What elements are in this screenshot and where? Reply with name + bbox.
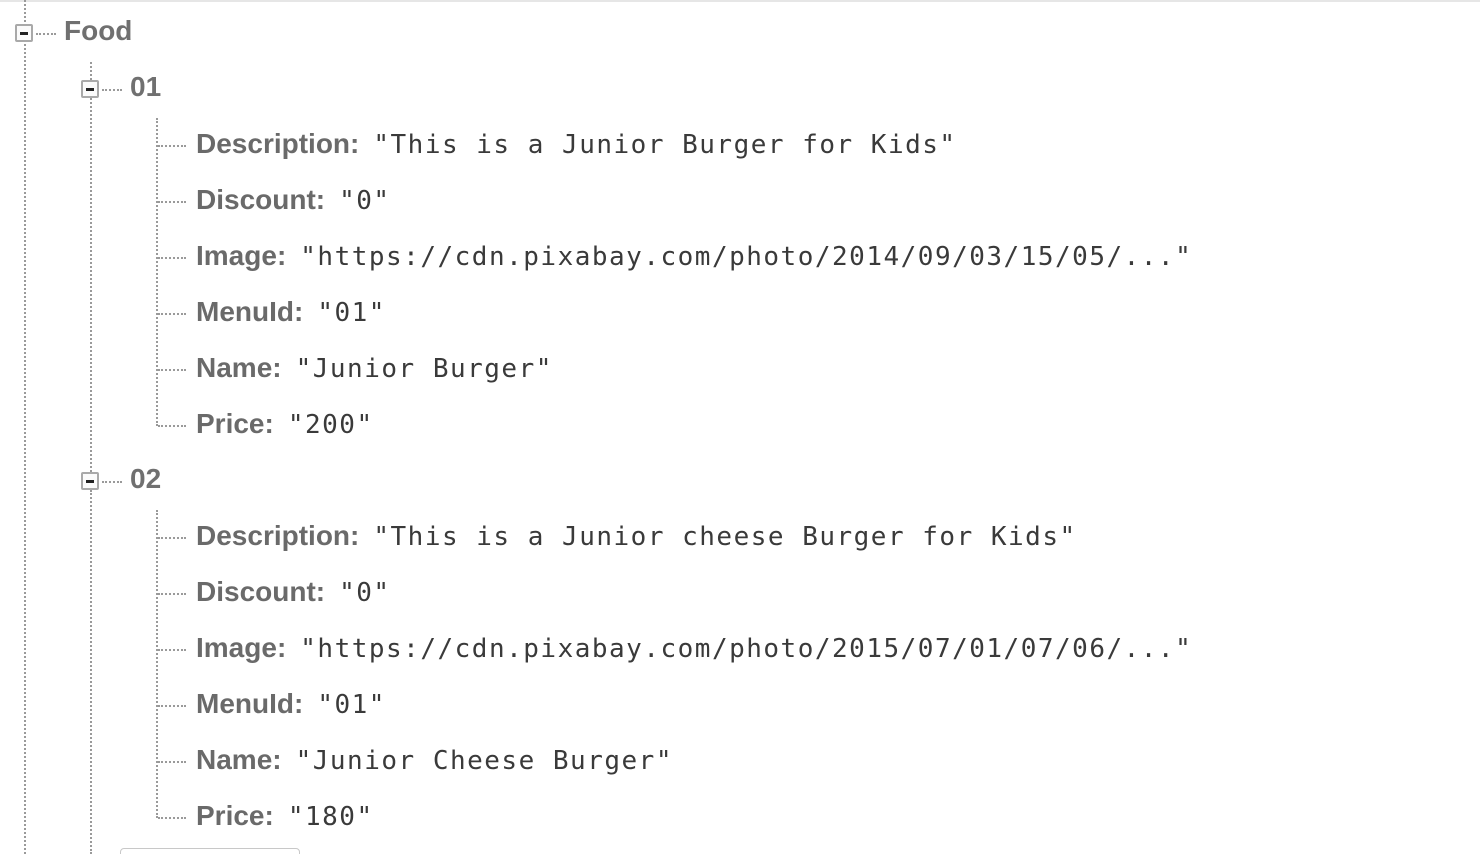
- field-price[interactable]: Price: "180": [196, 799, 374, 838]
- field-colon: :: [350, 520, 360, 551]
- field-connector: [158, 649, 186, 651]
- field-connector: [158, 369, 186, 371]
- field-connector: [158, 313, 186, 315]
- field-value: "180": [287, 802, 374, 832]
- field-colon: :: [272, 744, 282, 775]
- field-key: Name: [196, 744, 273, 775]
- field-colon: :: [294, 296, 304, 327]
- field-value: "200": [287, 410, 374, 440]
- field-image[interactable]: Image: "https://cdn.pixabay.com/photo/201…: [196, 631, 1192, 670]
- field-value: "This is a Junior cheese Burger for Kids…: [373, 522, 1077, 552]
- field-value: "01": [317, 690, 386, 720]
- collapse-toggle-icon[interactable]: [15, 24, 33, 42]
- collapse-toggle-icon[interactable]: [81, 80, 99, 98]
- field-colon: :: [294, 688, 304, 719]
- database-tree: Food 01 Description: "This is a Junior Bu…: [0, 0, 1480, 854]
- field-value: "0": [339, 578, 391, 608]
- field-connector: [158, 201, 186, 203]
- fields-guide-line-01: [156, 118, 158, 426]
- field-connector: [158, 593, 186, 595]
- field-key: MenuId: [196, 296, 294, 327]
- field-colon: :: [264, 800, 274, 831]
- node-key-02[interactable]: 02: [130, 462, 161, 496]
- field-connector: [158, 761, 186, 763]
- child-guide-line-01: [90, 62, 92, 472]
- field-key: Description: [196, 520, 351, 551]
- field-image[interactable]: Image: "https://cdn.pixabay.com/photo/201…: [196, 239, 1192, 278]
- field-connector: [158, 817, 186, 819]
- child-guide-line-02: [90, 490, 92, 854]
- top-divider: [0, 0, 1480, 2]
- field-key: Price: [196, 800, 265, 831]
- field-value: "https://cdn.pixabay.com/photo/2015/07/0…: [300, 634, 1193, 664]
- field-key: Image: [196, 632, 277, 663]
- field-key: Description: [196, 128, 351, 159]
- field-discount[interactable]: Discount: "0": [196, 575, 391, 614]
- field-description[interactable]: Description: "This is a Junior Burger for…: [196, 127, 957, 166]
- field-description[interactable]: Description: "This is a Junior cheese Bur…: [196, 519, 1077, 558]
- field-value: "Junior Cheese Burger": [295, 746, 673, 776]
- field-value: "This is a Junior Burger for Kids": [373, 130, 957, 160]
- add-child-button[interactable]: [120, 848, 300, 854]
- field-value: "https://cdn.pixabay.com/photo/2014/09/0…: [300, 242, 1193, 272]
- field-colon: :: [276, 632, 287, 663]
- child-connector-01: [102, 89, 122, 91]
- field-name[interactable]: Name: "Junior Burger": [196, 351, 553, 390]
- field-value: "01": [317, 298, 386, 328]
- field-name[interactable]: Name: "Junior Cheese Burger": [196, 743, 673, 782]
- field-price[interactable]: Price: "200": [196, 407, 374, 446]
- field-key: MenuId: [196, 688, 294, 719]
- field-colon: :: [264, 408, 274, 439]
- field-colon: :: [350, 128, 360, 159]
- field-key: Discount: [196, 576, 316, 607]
- field-key: Discount: [196, 184, 316, 215]
- field-colon: :: [315, 576, 326, 607]
- field-connector: [158, 257, 186, 259]
- field-colon: :: [272, 352, 282, 383]
- field-connector: [158, 145, 186, 147]
- field-connector: [158, 537, 186, 539]
- fields-guide-line-02: [156, 510, 158, 818]
- root-guide-line: [24, 0, 26, 854]
- field-value: "0": [339, 186, 391, 216]
- field-menuid[interactable]: MenuId: "01": [196, 687, 386, 726]
- field-connector: [158, 705, 186, 707]
- field-menuid[interactable]: MenuId: "01": [196, 295, 386, 334]
- field-key: Image: [196, 240, 277, 271]
- field-colon: :: [276, 240, 287, 271]
- field-discount[interactable]: Discount: "0": [196, 183, 391, 222]
- field-value: "Junior Burger": [295, 354, 553, 384]
- child-connector-02: [102, 481, 122, 483]
- node-key-food[interactable]: Food: [64, 14, 132, 48]
- field-colon: :: [315, 184, 326, 215]
- root-connector: [36, 33, 56, 35]
- field-key: Price: [196, 408, 265, 439]
- field-connector: [158, 425, 186, 427]
- node-key-01[interactable]: 01: [130, 70, 161, 104]
- field-key: Name: [196, 352, 273, 383]
- collapse-toggle-icon[interactable]: [81, 472, 99, 490]
